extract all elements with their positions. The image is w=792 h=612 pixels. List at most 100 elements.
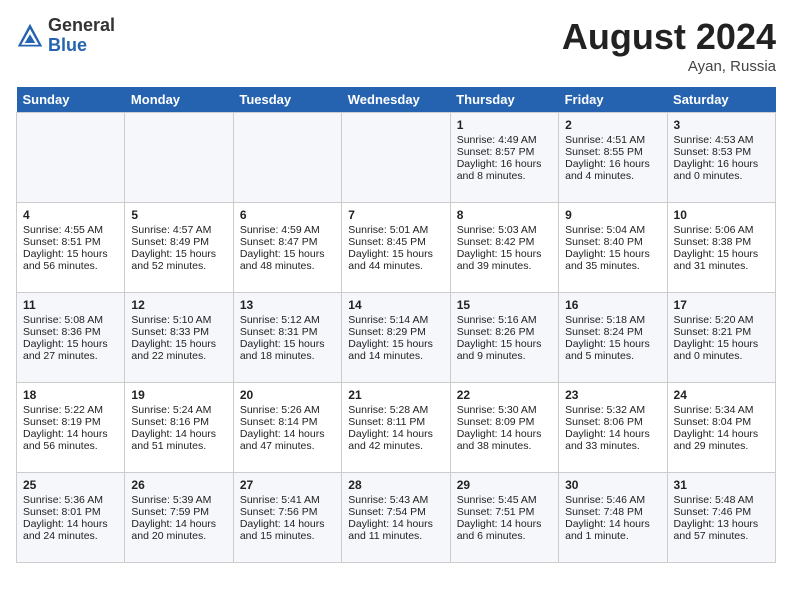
day-info: Sunrise: 5:34 AM [674,404,769,416]
logo-general: General [48,16,115,36]
day-number: 27 [240,478,335,492]
day-number: 15 [457,298,552,312]
day-number: 26 [131,478,226,492]
day-info: Sunrise: 5:36 AM [23,494,118,506]
calendar-cell: 12Sunrise: 5:10 AMSunset: 8:33 PMDayligh… [125,293,233,383]
calendar-cell: 25Sunrise: 5:36 AMSunset: 8:01 PMDayligh… [17,473,125,563]
day-info: Sunrise: 5:46 AM [565,494,660,506]
day-info: Sunset: 7:54 PM [348,506,443,518]
day-number: 11 [23,298,118,312]
day-info: and 44 minutes. [348,260,443,272]
day-number: 23 [565,388,660,402]
calendar-cell: 31Sunrise: 5:48 AMSunset: 7:46 PMDayligh… [667,473,775,563]
title-block: August 2024 Ayan, Russia [562,16,776,75]
logo: General Blue [16,16,115,56]
day-info: Sunrise: 5:12 AM [240,314,335,326]
weekday-header-saturday: Saturday [667,87,775,113]
day-info: Daylight: 14 hours [348,518,443,530]
calendar-cell: 20Sunrise: 5:26 AMSunset: 8:14 PMDayligh… [233,383,341,473]
day-number: 12 [131,298,226,312]
day-number: 24 [674,388,769,402]
day-info: Sunset: 8:26 PM [457,326,552,338]
header-row: SundayMondayTuesdayWednesdayThursdayFrid… [17,87,776,113]
day-info: Sunset: 8:49 PM [131,236,226,248]
day-info: Sunset: 8:47 PM [240,236,335,248]
day-info: Daylight: 15 hours [131,338,226,350]
weekday-header-sunday: Sunday [17,87,125,113]
day-info: and 56 minutes. [23,440,118,452]
day-info: and 57 minutes. [674,530,769,542]
calendar-week-row: 4Sunrise: 4:55 AMSunset: 8:51 PMDaylight… [17,203,776,293]
day-info: and 5 minutes. [565,350,660,362]
day-number: 13 [240,298,335,312]
day-info: Daylight: 14 hours [240,518,335,530]
month-title: August 2024 [562,16,776,58]
calendar-week-row: 1Sunrise: 4:49 AMSunset: 8:57 PMDaylight… [17,113,776,203]
day-number: 9 [565,208,660,222]
day-info: Sunset: 8:53 PM [674,146,769,158]
day-info: and 47 minutes. [240,440,335,452]
day-info: Sunrise: 5:06 AM [674,224,769,236]
day-info: Sunset: 8:31 PM [240,326,335,338]
calendar-cell: 15Sunrise: 5:16 AMSunset: 8:26 PMDayligh… [450,293,558,383]
calendar-week-row: 11Sunrise: 5:08 AMSunset: 8:36 PMDayligh… [17,293,776,383]
logo-text: General Blue [48,16,115,56]
page-header: General Blue August 2024 Ayan, Russia [16,16,776,75]
day-number: 14 [348,298,443,312]
day-info: Sunset: 8:19 PM [23,416,118,428]
calendar-table: SundayMondayTuesdayWednesdayThursdayFrid… [16,87,776,563]
calendar-cell: 22Sunrise: 5:30 AMSunset: 8:09 PMDayligh… [450,383,558,473]
day-info: Sunset: 8:42 PM [457,236,552,248]
day-number: 1 [457,118,552,132]
calendar-cell: 17Sunrise: 5:20 AMSunset: 8:21 PMDayligh… [667,293,775,383]
calendar-week-row: 25Sunrise: 5:36 AMSunset: 8:01 PMDayligh… [17,473,776,563]
day-info: Sunrise: 5:10 AM [131,314,226,326]
day-info: Daylight: 14 hours [565,518,660,530]
calendar-cell: 5Sunrise: 4:57 AMSunset: 8:49 PMDaylight… [125,203,233,293]
day-info: and 14 minutes. [348,350,443,362]
day-info: and 1 minute. [565,530,660,542]
day-info: and 33 minutes. [565,440,660,452]
day-info: and 48 minutes. [240,260,335,272]
day-number: 3 [674,118,769,132]
day-info: Daylight: 15 hours [240,248,335,260]
day-info: and 51 minutes. [131,440,226,452]
day-info: Daylight: 16 hours [565,158,660,170]
day-info: Sunset: 8:14 PM [240,416,335,428]
calendar-cell: 28Sunrise: 5:43 AMSunset: 7:54 PMDayligh… [342,473,450,563]
calendar-cell: 9Sunrise: 5:04 AMSunset: 8:40 PMDaylight… [559,203,667,293]
day-number: 19 [131,388,226,402]
day-info: Sunset: 8:36 PM [23,326,118,338]
day-info: Daylight: 15 hours [565,248,660,260]
day-info: Sunset: 8:16 PM [131,416,226,428]
day-number: 30 [565,478,660,492]
calendar-cell: 16Sunrise: 5:18 AMSunset: 8:24 PMDayligh… [559,293,667,383]
day-info: Sunrise: 5:01 AM [348,224,443,236]
day-info: Daylight: 14 hours [457,518,552,530]
weekday-header-friday: Friday [559,87,667,113]
day-info: and 42 minutes. [348,440,443,452]
day-info: Daylight: 14 hours [23,518,118,530]
day-info: and 0 minutes. [674,350,769,362]
calendar-cell: 1Sunrise: 4:49 AMSunset: 8:57 PMDaylight… [450,113,558,203]
day-number: 5 [131,208,226,222]
logo-icon [16,22,44,50]
day-info: and 9 minutes. [457,350,552,362]
calendar-cell: 14Sunrise: 5:14 AMSunset: 8:29 PMDayligh… [342,293,450,383]
day-number: 22 [457,388,552,402]
weekday-header-tuesday: Tuesday [233,87,341,113]
day-info: Sunrise: 5:26 AM [240,404,335,416]
day-info: Sunrise: 4:49 AM [457,134,552,146]
day-number: 25 [23,478,118,492]
calendar-header: SundayMondayTuesdayWednesdayThursdayFrid… [17,87,776,113]
calendar-cell: 26Sunrise: 5:39 AMSunset: 7:59 PMDayligh… [125,473,233,563]
day-info: and 8 minutes. [457,170,552,182]
day-info: Daylight: 15 hours [565,338,660,350]
day-info: and 11 minutes. [348,530,443,542]
day-info: Daylight: 14 hours [674,428,769,440]
calendar-cell: 30Sunrise: 5:46 AMSunset: 7:48 PMDayligh… [559,473,667,563]
calendar-cell: 27Sunrise: 5:41 AMSunset: 7:56 PMDayligh… [233,473,341,563]
day-info: Sunrise: 5:30 AM [457,404,552,416]
day-number: 8 [457,208,552,222]
calendar-cell: 21Sunrise: 5:28 AMSunset: 8:11 PMDayligh… [342,383,450,473]
